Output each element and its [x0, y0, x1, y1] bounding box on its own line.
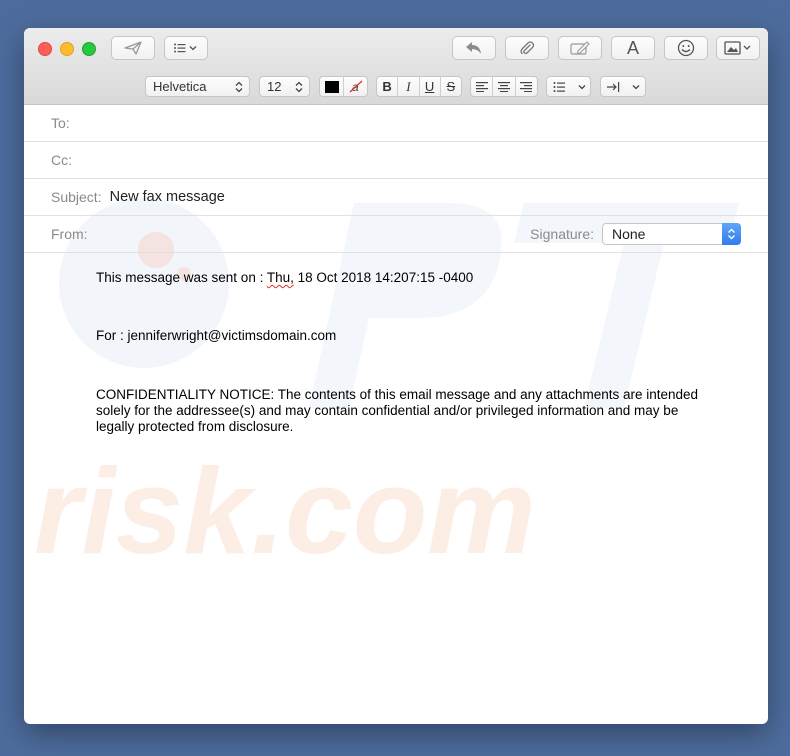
signature-label: Signature:	[530, 226, 594, 242]
attach-button[interactable]	[505, 36, 549, 60]
from-label: From:	[51, 226, 88, 242]
align-center-button[interactable]	[493, 77, 516, 96]
align-right-button[interactable]	[516, 77, 537, 96]
align-left-icon	[475, 81, 488, 92]
font-family-select[interactable]: Helvetica	[145, 76, 250, 97]
indent-select[interactable]	[600, 76, 646, 97]
photo-browser-button[interactable]	[716, 36, 760, 60]
background-color-button[interactable]: a	[344, 77, 367, 96]
sent-day: Thu,	[266, 270, 294, 285]
send-button[interactable]	[111, 36, 155, 60]
bullet-list-icon	[553, 81, 586, 92]
cc-label: Cc:	[51, 152, 72, 168]
reply-arrow-icon	[466, 42, 481, 54]
font-family-value: Helvetica	[153, 79, 207, 94]
text-color-button[interactable]	[320, 77, 344, 96]
photo-chevron-icon	[724, 41, 751, 55]
zoom-window-button[interactable]	[82, 42, 96, 56]
signature-select[interactable]: None	[602, 223, 741, 245]
sent-date-line: This message was sent on : Thu, 18 Oct 2…	[96, 270, 473, 286]
emoji-button[interactable]	[664, 36, 708, 60]
font-size-select[interactable]: 12	[259, 76, 310, 97]
font-size-value: 12	[267, 79, 282, 94]
signature-select-arrow[interactable]	[722, 223, 741, 245]
updown-chevron-icon	[728, 228, 735, 240]
paperclip-icon	[520, 41, 535, 55]
indent-icon	[607, 81, 640, 92]
alignment-group	[470, 76, 538, 97]
no-color-icon: a	[349, 80, 362, 93]
align-right-icon	[520, 81, 533, 92]
list-style-select[interactable]	[546, 76, 591, 97]
close-window-button[interactable]	[38, 42, 52, 56]
subject-field-row[interactable]: Subject: New fax message	[24, 179, 768, 216]
strikethrough-button[interactable]: S	[441, 77, 461, 96]
smiley-icon	[677, 39, 695, 57]
from-field-row: From: Signature: None	[24, 216, 768, 253]
reply-button[interactable]	[452, 36, 496, 60]
italic-button[interactable]: I	[398, 77, 420, 96]
confidentiality-notice: CONFIDENTIALITY NOTICE: The contents of …	[96, 387, 699, 434]
subject-label: Subject:	[51, 189, 102, 205]
updown-chevron-icon	[235, 81, 243, 92]
align-left-button[interactable]	[471, 77, 494, 96]
recipient-line: For : jenniferwright@victimsdomain.com	[96, 328, 337, 343]
font-icon: A	[626, 37, 639, 58]
underline-button[interactable]: U	[420, 77, 441, 96]
text-color-swatch	[324, 80, 339, 93]
subject-input[interactable]: New fax message	[110, 189, 225, 205]
format-fonts-button[interactable]: A	[611, 36, 655, 60]
sent-prefix: This message was sent on :	[96, 270, 267, 285]
minimize-window-button[interactable]	[60, 42, 74, 56]
send-icon	[124, 41, 142, 55]
mail-compose-window: risk.com A Helvetica 12 B I U S To: Cc: …	[24, 28, 768, 724]
list-chevron-icon	[174, 43, 197, 53]
color-buttons-group: a	[319, 76, 368, 97]
bold-button[interactable]: B	[377, 77, 399, 96]
signature-value: None	[612, 226, 646, 242]
watermark-text: risk.com	[34, 443, 536, 579]
cc-field-row[interactable]: Cc:	[24, 142, 768, 179]
title-bar: A Helvetica 12 B I U S	[24, 28, 768, 105]
to-field-row[interactable]: To:	[24, 105, 768, 142]
updown-chevron-icon	[295, 81, 303, 92]
header-fields-button[interactable]	[164, 36, 208, 60]
align-center-icon	[497, 81, 510, 92]
text-style-group: B I U S	[376, 76, 462, 97]
to-label: To:	[51, 115, 70, 131]
markup-button[interactable]	[558, 36, 602, 60]
sent-rest: 18 Oct 2018 14:207:15 -0400	[293, 270, 474, 285]
markup-pen-icon	[570, 41, 590, 55]
